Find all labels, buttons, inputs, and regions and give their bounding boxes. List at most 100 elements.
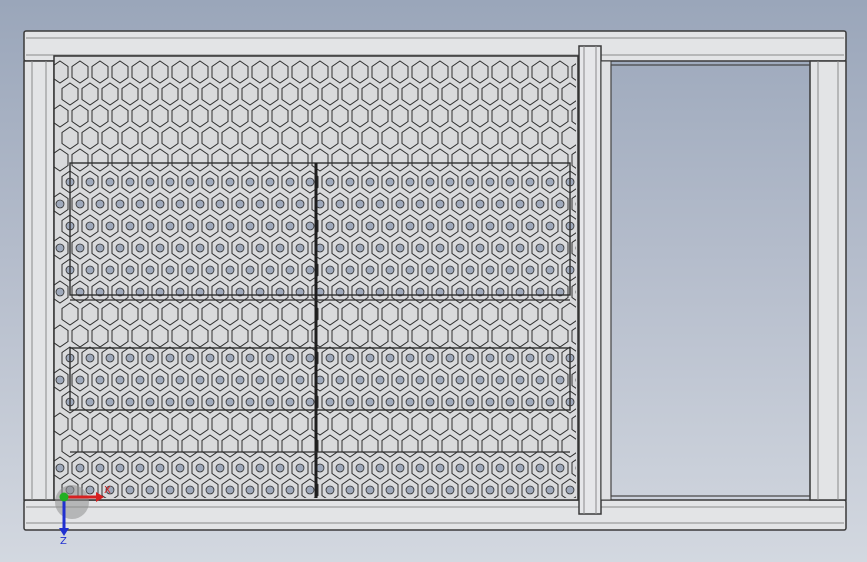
mesh-hole	[535, 463, 545, 473]
mesh-hole	[545, 397, 555, 407]
mesh-hole	[85, 265, 95, 275]
mesh-hole	[385, 221, 395, 231]
mesh-hole	[255, 375, 265, 385]
mesh-hole	[385, 177, 395, 187]
mesh-hole	[165, 353, 175, 363]
mesh-hole	[205, 177, 215, 187]
mesh-hole	[395, 243, 405, 253]
mesh-hole	[455, 199, 465, 209]
mesh-hole	[505, 397, 515, 407]
mesh-hole	[105, 177, 115, 187]
mesh-hole	[445, 265, 455, 275]
mesh-hole	[365, 265, 375, 275]
mesh-hole	[345, 397, 355, 407]
mesh-hole	[335, 375, 345, 385]
mesh-hole	[435, 375, 445, 385]
mesh-hole	[205, 485, 215, 495]
mesh-hole	[475, 463, 485, 473]
mesh-hole	[285, 177, 295, 187]
mesh-hole	[225, 397, 235, 407]
mesh-hole	[265, 485, 275, 495]
mesh-hole	[465, 177, 475, 187]
mesh-hole	[345, 353, 355, 363]
mesh-hole	[515, 463, 525, 473]
mesh-hole	[155, 375, 165, 385]
mesh-hole	[305, 397, 315, 407]
mesh-hole	[295, 375, 305, 385]
mesh-hole	[165, 265, 175, 275]
mesh-hole	[425, 221, 435, 231]
mesh-hole	[115, 243, 125, 253]
mesh-hole	[525, 221, 535, 231]
mesh-hole	[225, 353, 235, 363]
mesh-hole	[415, 463, 425, 473]
mesh-hole	[455, 463, 465, 473]
mesh-hole	[365, 221, 375, 231]
mesh-hole	[215, 375, 225, 385]
mesh-hole	[85, 397, 95, 407]
mesh-hole	[185, 353, 195, 363]
mesh-hole	[515, 243, 525, 253]
mesh-hole	[165, 397, 175, 407]
mesh-hole	[75, 243, 85, 253]
mesh-hole	[145, 485, 155, 495]
mesh-hole	[485, 177, 495, 187]
mesh-hole	[135, 375, 145, 385]
mesh-hole	[205, 353, 215, 363]
mesh-hole	[195, 463, 205, 473]
mesh-hole	[235, 463, 245, 473]
mesh-hole	[125, 485, 135, 495]
mesh-hole	[465, 397, 475, 407]
mesh-hole	[495, 463, 505, 473]
mesh-hole	[565, 485, 575, 495]
mesh-hole	[235, 375, 245, 385]
mesh-hole	[245, 353, 255, 363]
mesh-hole	[535, 243, 545, 253]
open-panel	[610, 64, 811, 497]
mesh-hole	[445, 397, 455, 407]
mesh-hole	[105, 353, 115, 363]
mesh-hole	[385, 397, 395, 407]
mesh-hole	[185, 397, 195, 407]
mesh-hole	[525, 265, 535, 275]
mesh-hole	[435, 199, 445, 209]
mesh-hole	[265, 221, 275, 231]
mesh-hole	[295, 243, 305, 253]
mesh-hole	[475, 375, 485, 385]
mesh-hole	[245, 397, 255, 407]
mesh-hole	[375, 375, 385, 385]
mesh-hole	[525, 353, 535, 363]
mesh-hole	[375, 199, 385, 209]
mesh-hole	[535, 199, 545, 209]
mesh-hole	[275, 243, 285, 253]
mesh-panel[interactable]	[52, 55, 588, 501]
mesh-hole	[425, 265, 435, 275]
mesh-hole	[465, 265, 475, 275]
model-view[interactable]: X Z	[0, 0, 867, 562]
mesh-hole	[305, 353, 315, 363]
mesh-hole	[175, 375, 185, 385]
mesh-hole	[85, 485, 95, 495]
mesh-hole	[495, 199, 505, 209]
mesh-hole	[365, 353, 375, 363]
mesh-hole	[395, 199, 405, 209]
mesh-hole	[345, 265, 355, 275]
mesh-hole	[425, 397, 435, 407]
cad-graphics-viewport[interactable]: X Z	[0, 0, 867, 562]
mesh-hole	[365, 177, 375, 187]
mesh-hole	[305, 265, 315, 275]
mesh-hole	[405, 265, 415, 275]
mesh-hole	[445, 221, 455, 231]
mesh-hole	[485, 485, 495, 495]
mesh-hole	[285, 265, 295, 275]
mesh-hole	[85, 353, 95, 363]
mesh-hole	[185, 485, 195, 495]
triad-origin-shadow	[55, 485, 89, 519]
mesh-hole	[245, 485, 255, 495]
mesh-hole	[265, 397, 275, 407]
mesh-hole	[225, 485, 235, 495]
mesh-hole	[405, 485, 415, 495]
mesh-hole	[325, 221, 335, 231]
mesh-hole	[335, 463, 345, 473]
mesh-hole	[115, 375, 125, 385]
